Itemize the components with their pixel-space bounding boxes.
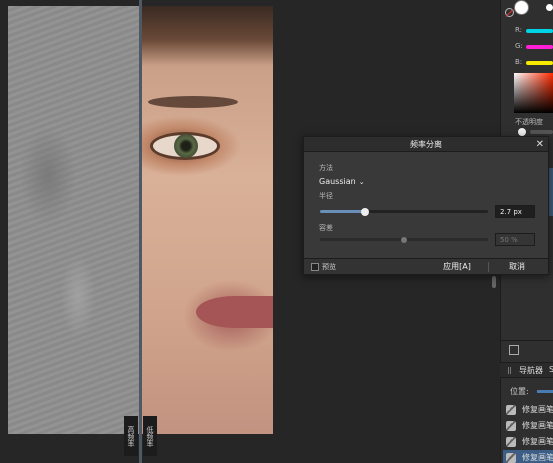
history-item[interactable]: 修复画笔 xyxy=(503,418,553,433)
iris xyxy=(174,134,198,158)
dialog-title[interactable]: 频率分离 xyxy=(304,137,548,152)
tab-navigator[interactable]: 导航器 xyxy=(519,365,543,376)
chevron-down-icon: ⌄ xyxy=(358,177,365,186)
radius-input[interactable]: 2.7 px xyxy=(495,205,535,218)
g-channel-slider[interactable] xyxy=(526,45,553,49)
tolerance-slider-knob[interactable] xyxy=(401,237,407,243)
r-channel-label: R: xyxy=(515,26,523,34)
eyebrow xyxy=(148,96,238,108)
tolerance-label: 容差 xyxy=(319,224,333,232)
split-tag-right: 低频率 xyxy=(143,416,157,456)
position-slider[interactable] xyxy=(537,390,553,393)
preview-label: 预览 xyxy=(322,263,336,271)
canvas-scrollbar-thumb[interactable] xyxy=(492,276,496,288)
dialog-footer: 预览 应用[A] 取消 xyxy=(304,258,548,274)
stroke-color-swatch[interactable] xyxy=(546,4,553,11)
radius-slider-knob[interactable] xyxy=(361,208,370,216)
panel-selection-edge xyxy=(549,168,553,216)
method-value: Gaussian xyxy=(319,177,356,186)
method-dropdown[interactable]: Gaussian ⌄ xyxy=(319,177,365,186)
healing-brush-icon xyxy=(506,420,516,431)
radius-slider[interactable] xyxy=(320,210,488,213)
fill-color-swatch[interactable] xyxy=(514,0,529,15)
r-channel-slider[interactable] xyxy=(526,29,553,33)
split-view-divider[interactable] xyxy=(139,0,142,463)
grip-icon[interactable] xyxy=(508,367,511,374)
history-item[interactable]: 修复画笔 xyxy=(503,434,553,449)
high-frequency-layer-preview xyxy=(8,6,140,434)
lip xyxy=(196,296,273,328)
b-channel-slider[interactable] xyxy=(526,61,553,65)
position-label: 位置: xyxy=(510,387,529,396)
cancel-button[interactable]: 取消 xyxy=(497,261,537,273)
opacity-label: 不透明度 xyxy=(515,118,543,126)
history-item-selected[interactable]: 修复画笔 xyxy=(503,450,553,463)
no-color-icon[interactable] xyxy=(505,8,514,17)
g-channel-label: G: xyxy=(515,42,523,50)
history-item[interactable]: 修复画笔 xyxy=(503,402,553,417)
history-item-label: 修复画笔 xyxy=(522,437,553,446)
copy-icon[interactable] xyxy=(509,345,519,355)
history-item-label: 修复画笔 xyxy=(522,405,553,414)
history-item-label: 修复画笔 xyxy=(522,453,553,462)
low-frequency-layer-preview xyxy=(141,6,273,434)
healing-brush-icon xyxy=(506,452,516,463)
opacity-slider-knob[interactable] xyxy=(518,128,526,136)
method-label: 方法 xyxy=(319,164,333,172)
apply-button[interactable]: 应用[A] xyxy=(432,261,482,273)
button-divider xyxy=(488,262,489,272)
split-tag-left: 高频率 xyxy=(124,416,138,456)
frequency-separation-dialog: 频率分离 ✕ 方法 Gaussian ⌄ 半径 2.7 px 容差 50 % 预… xyxy=(303,136,549,275)
healing-brush-icon xyxy=(506,436,516,447)
preview-checkbox[interactable] xyxy=(311,263,319,271)
radius-label: 半径 xyxy=(319,192,333,200)
app-root: 高频率 低频率 R: G: B: 不透明度 导航器 S 位置: 修复画笔 修复画… xyxy=(0,0,553,463)
b-channel-label: B: xyxy=(515,58,523,66)
tab-s[interactable]: S xyxy=(549,365,553,374)
color-picker-field[interactable] xyxy=(514,73,553,113)
panel-divider xyxy=(500,340,553,341)
radius-slider-fill xyxy=(320,210,366,213)
close-icon[interactable]: ✕ xyxy=(536,137,544,152)
history-item-label: 修复画笔 xyxy=(522,421,553,430)
tolerance-input[interactable]: 50 % xyxy=(495,233,535,246)
opacity-slider[interactable] xyxy=(530,130,553,134)
healing-brush-icon xyxy=(506,404,516,415)
